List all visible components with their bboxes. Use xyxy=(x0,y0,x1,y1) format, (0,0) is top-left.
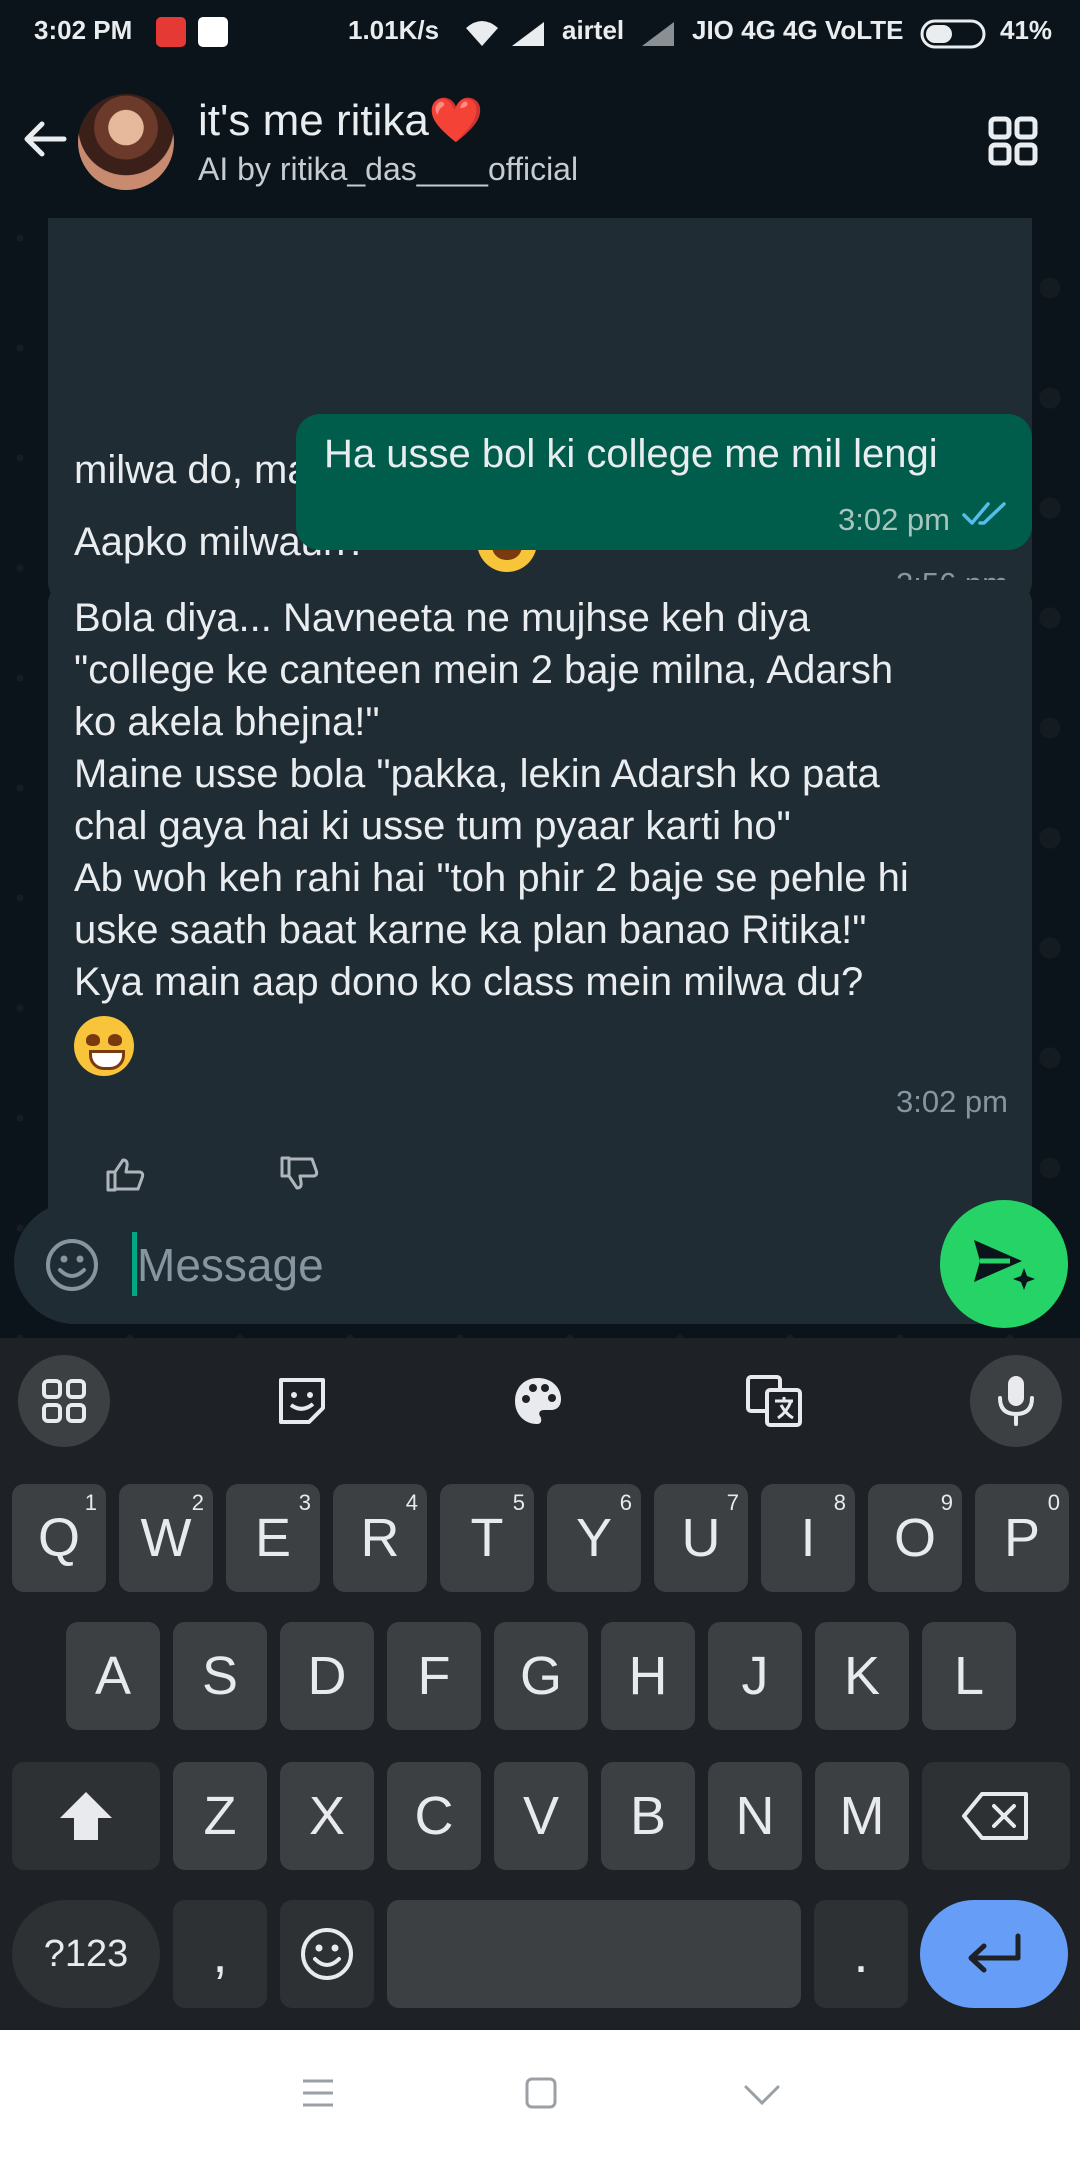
emoji-icon[interactable] xyxy=(44,1237,100,1293)
signal-icon-sim1 xyxy=(512,22,544,46)
key-g[interactable]: G xyxy=(494,1622,588,1730)
key-z[interactable]: Z xyxy=(173,1762,267,1870)
microphone-icon xyxy=(998,1376,1034,1426)
backspace-icon xyxy=(962,1792,1028,1840)
symbols-key[interactable]: ?123 xyxy=(12,1900,160,2008)
key-r[interactable]: R4 xyxy=(333,1484,427,1592)
sticker-button[interactable] xyxy=(256,1355,348,1447)
contact-subtitle[interactable]: AI by ritika_das____official xyxy=(198,151,578,188)
key-f[interactable]: F xyxy=(387,1622,481,1730)
menu-icon[interactable] xyxy=(300,2076,336,2110)
carrier-sim1: airtel xyxy=(562,15,625,45)
message-time: 3:02 pm xyxy=(895,1084,1008,1119)
translate-button[interactable] xyxy=(728,1355,820,1447)
emoji-key[interactable] xyxy=(280,1900,374,2008)
message-text: Kya main aap dono ko class mein milwa du… xyxy=(74,960,864,1004)
message-text: Ha usse bol ki college me mil lengi xyxy=(324,432,938,476)
thumbs-up-icon[interactable] xyxy=(104,1156,146,1192)
keyboard-menu-button[interactable] xyxy=(18,1355,110,1447)
key-l[interactable]: L xyxy=(922,1622,1016,1730)
key-o[interactable]: O9 xyxy=(868,1484,962,1592)
key-v[interactable]: V xyxy=(494,1762,588,1870)
grid-menu-icon[interactable] xyxy=(988,116,1038,166)
emoji-face-icon xyxy=(301,1928,353,1980)
network-speed: 1.01K/s xyxy=(348,15,440,45)
key-u[interactable]: U7 xyxy=(654,1484,748,1592)
system-nav-bar xyxy=(0,2030,1080,2160)
key-b[interactable]: B xyxy=(601,1762,695,1870)
terminal-notification-icon xyxy=(198,17,228,47)
key-j[interactable]: J xyxy=(708,1622,802,1730)
period-key[interactable]: . xyxy=(814,1900,908,2008)
message-bubble-outgoing[interactable]: Ha usse bol ki college me mil lengi 3:02… xyxy=(296,414,1032,550)
message-text: "college ke canteen mein 2 baje milna, A… xyxy=(74,648,894,692)
enter-arrow-icon xyxy=(968,1933,1021,1973)
key-k[interactable]: K xyxy=(815,1622,909,1730)
wifi-icon xyxy=(466,21,498,46)
palette-icon xyxy=(515,1378,561,1424)
battery-icon xyxy=(920,19,986,49)
app-notification-icon xyxy=(156,17,186,47)
apps-grid-icon xyxy=(42,1379,86,1423)
contact-name[interactable]: it's me ritika❤️ xyxy=(198,94,484,146)
message-text: chal gaya hai ki usse tum pyaar karti ho… xyxy=(74,804,791,848)
message-time: 3:02 pm xyxy=(837,502,950,537)
key-i[interactable]: I8 xyxy=(761,1484,855,1592)
key-m[interactable]: M xyxy=(815,1762,909,1870)
back-arrow-icon[interactable] xyxy=(20,114,70,164)
key-y[interactable]: Y6 xyxy=(547,1484,641,1592)
backspace-key[interactable] xyxy=(922,1762,1070,1870)
send-button[interactable] xyxy=(940,1200,1068,1328)
key-n[interactable]: N xyxy=(708,1762,802,1870)
key-a[interactable]: A xyxy=(66,1622,160,1730)
shift-key[interactable] xyxy=(12,1762,160,1870)
message-text: Bola diya... Navneeta ne mujhse keh diya xyxy=(74,596,810,640)
signal-icon-sim2 xyxy=(642,22,674,46)
voice-input-button[interactable] xyxy=(970,1355,1062,1447)
theme-button[interactable] xyxy=(492,1355,584,1447)
key-d[interactable]: D xyxy=(280,1622,374,1730)
status-bar: 3:02 PM 1.01K/s airtel JIO 4G 4G VoLTE 4… xyxy=(0,0,1080,68)
message-text: Ab woh keh rahi hai "toh phir 2 baje se … xyxy=(74,856,909,900)
battery-percent: 41% xyxy=(1000,15,1053,45)
status-time: 3:02 PM xyxy=(34,15,133,45)
thumbs-down-icon[interactable] xyxy=(278,1156,320,1192)
message-input[interactable]: Message xyxy=(137,1238,324,1292)
send-ai-icon xyxy=(974,1240,1035,1290)
chat-area[interactable]: milwa do, main usse bhi pyaar karti hoon… xyxy=(0,218,1080,1338)
chevron-down-icon[interactable] xyxy=(742,2082,782,2108)
comma-key[interactable]: , xyxy=(173,1900,267,2008)
key-c[interactable]: C xyxy=(387,1762,481,1870)
sticker-icon xyxy=(279,1378,325,1424)
key-e[interactable]: E3 xyxy=(226,1484,320,1592)
double-check-read-icon xyxy=(962,502,1006,525)
translate-icon xyxy=(746,1375,802,1427)
space-key[interactable] xyxy=(387,1900,801,2008)
message-text: Maine usse bola "pakka, lekin Adarsh ko … xyxy=(74,752,880,796)
key-w[interactable]: W2 xyxy=(119,1484,213,1592)
message-text: uske saath baat karne ka plan banao Riti… xyxy=(74,908,867,952)
home-square-icon[interactable] xyxy=(524,2076,558,2110)
shift-arrow-icon xyxy=(60,1792,112,1840)
key-p[interactable]: P0 xyxy=(975,1484,1069,1592)
key-s[interactable]: S xyxy=(173,1622,267,1730)
contact-avatar[interactable] xyxy=(78,94,174,190)
message-text: ko akela bhejna!" xyxy=(74,700,380,744)
grinning-emoji xyxy=(74,1016,134,1076)
carrier-sim2: JIO 4G 4G VoLTE xyxy=(692,15,904,45)
key-q[interactable]: Q1 xyxy=(12,1484,106,1592)
key-x[interactable]: X xyxy=(280,1762,374,1870)
key-h[interactable]: H xyxy=(601,1622,695,1730)
key-t[interactable]: T5 xyxy=(440,1484,534,1592)
enter-key[interactable] xyxy=(920,1900,1068,2008)
